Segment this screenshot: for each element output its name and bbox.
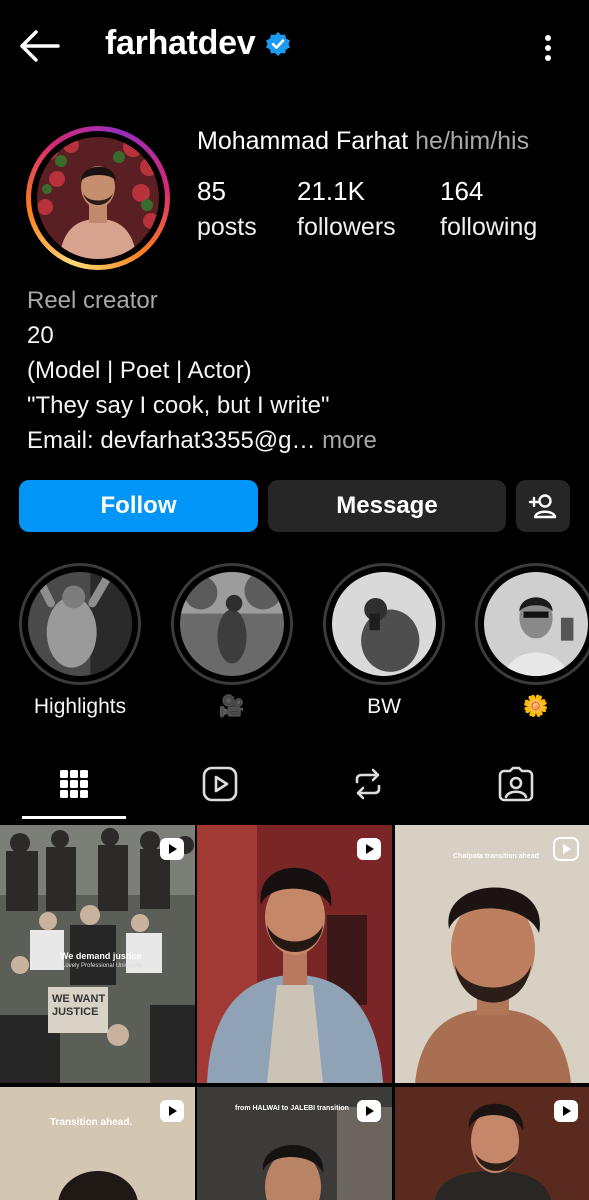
reel-badge-icon [357,838,381,860]
grid-post[interactable] [197,825,392,1083]
reels-icon [202,766,238,802]
bio-line: "They say I cook, but I write" [27,392,330,419]
verified-badge-icon [266,31,291,56]
highlight-label: 🌼 [522,695,550,718]
username-header: farhatdev [105,24,291,63]
grid-post[interactable]: Chatpata transition ahead [395,825,589,1083]
story-ring[interactable] [26,126,170,270]
arrow-left-icon[interactable] [18,28,60,64]
grid-icon [60,770,88,798]
highlight-cover [332,572,436,676]
grid-post[interactable]: Transition ahead. [0,1087,195,1200]
highlight-item[interactable]: 🌼 [475,563,589,719]
bio-email-line: Email: devfarhat3355@g… more [27,423,377,458]
profile-tabs [0,748,589,820]
stat-value: 85 [197,176,226,206]
post-caption: Transition ahead. [50,1117,133,1128]
pronouns: he/him/his [415,127,530,155]
stat-label: posts [197,213,257,241]
message-button[interactable]: Message [268,480,506,532]
highlight-label: 🎥 [218,695,246,718]
tab-reels[interactable] [170,748,270,820]
grid-post[interactable]: We demand justice Lovely Professional Un… [0,825,195,1083]
highlight-cover [180,572,284,676]
post-caption: Chatpata transition ahead [453,853,539,860]
profile-avatar [37,137,159,259]
reel-badge-icon [357,1100,381,1122]
username: farhatdev [105,24,256,62]
bio-email: Email: devfarhat3355@g… [27,427,316,454]
reel-badge-icon [160,838,184,860]
active-tab-indicator [22,816,126,819]
stat-followers[interactable]: 21.1K followers [297,176,396,242]
highlight-item[interactable]: BW [323,563,445,719]
tagged-icon [498,766,534,802]
reel-badge-icon [553,837,579,861]
highlight-label: Highlights [33,695,127,718]
protest-sign-text: WE WANT JUSTICE [52,993,106,1018]
stat-following[interactable]: 164 following [440,176,537,242]
stat-value: 21.1K [297,176,365,206]
grid-post[interactable] [395,1087,589,1200]
tab-posts[interactable] [24,748,124,820]
post-caption-sub: Lovely Professional University [62,963,143,969]
more-vertical-icon[interactable] [530,30,566,66]
post-thumbnail [197,825,392,1083]
post-caption: We demand justice [60,951,142,961]
grid-post[interactable]: from HALWAI to JALEBI transition [197,1087,392,1200]
highlight-label: BW [367,695,401,718]
stat-posts[interactable]: 85 posts [197,176,257,242]
post-thumbnail [395,825,589,1083]
bio-line: (Model | Poet | Actor) [27,357,252,384]
reel-badge-icon [554,1100,578,1122]
stat-label: following [440,213,538,241]
post-caption: from HALWAI to JALEBI transition [235,1105,349,1112]
stat-label: followers [297,213,396,241]
profile-full-name: Mohammad Farhat he/him/his [197,127,529,156]
person-add-icon [528,494,557,519]
bio-more-link[interactable]: more [316,427,377,454]
follow-button[interactable]: Follow [19,480,258,532]
full-name: Mohammad Farhat [197,127,409,155]
suggested-accounts-button[interactable] [516,480,570,532]
reposts-icon [355,768,381,800]
highlight-cover [484,572,588,676]
profile-bio: Reel creator 20 (Model | Poet | Actor) "… [27,283,377,458]
highlight-item[interactable]: 🎥 [171,563,293,719]
highlight-item[interactable]: Highlights [19,563,141,719]
tab-reposts[interactable] [318,748,418,820]
bio-line: 20 [27,322,54,349]
highlight-cover [28,572,132,676]
bio-category: Reel creator [27,287,158,314]
reel-badge-icon [160,1100,184,1122]
stat-value: 164 [440,176,484,206]
tab-tagged[interactable] [466,748,566,820]
top-bar: farhatdev [0,0,589,95]
